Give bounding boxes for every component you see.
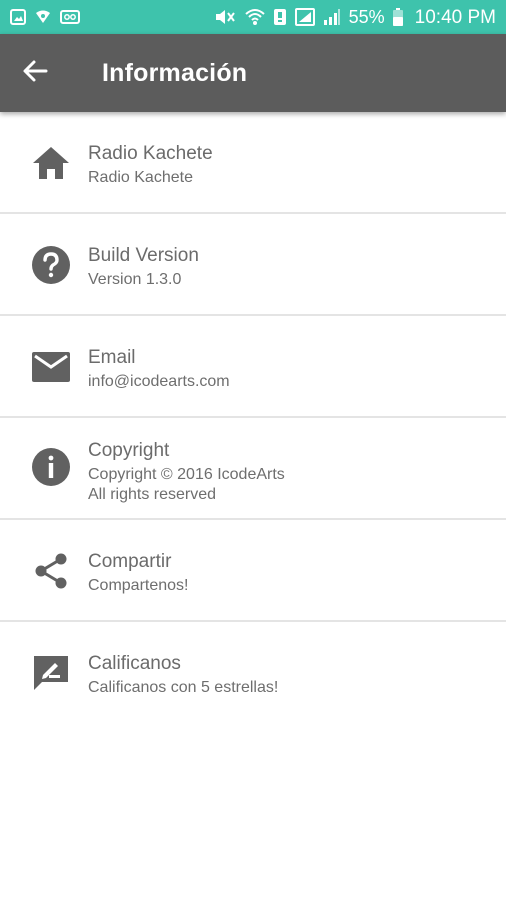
status-bar: 55% 10:40 PM <box>0 0 506 34</box>
list-item-texts: Radio Kachete Radio Kachete <box>88 143 492 188</box>
list-item-copyright[interactable]: Copyright Copyright © 2016 IcodeArts All… <box>0 418 506 520</box>
hotspot-icon <box>34 10 52 24</box>
list-item-subtitle: Compartenos! <box>88 577 189 594</box>
back-button[interactable] <box>0 34 70 112</box>
list-item-title: Calificanos <box>88 653 181 674</box>
list-item-build-version[interactable]: Build Version Version 1.3.0 <box>0 214 506 316</box>
info-icon <box>30 446 72 488</box>
list-item-title: Copyright <box>88 440 170 461</box>
clock: 10:40 PM <box>414 6 496 28</box>
rate-review-icon <box>30 652 72 694</box>
signal-icon <box>323 8 341 26</box>
list-item-title: Email <box>88 347 136 368</box>
info-list: Radio Kachete Radio Kachete Build Versio… <box>0 112 506 724</box>
battery-icon <box>392 8 403 26</box>
list-item-email[interactable]: Email info@icodearts.com <box>0 316 506 418</box>
list-item-texts: Email info@icodearts.com <box>88 347 492 392</box>
list-item-subtitle: info@icodearts.com <box>88 373 230 390</box>
mute-icon <box>213 8 237 26</box>
list-item-rate[interactable]: Calificanos Calificanos con 5 estrellas! <box>0 622 506 724</box>
list-item-title: Build Version <box>88 245 199 266</box>
list-item-radio[interactable]: Radio Kachete Radio Kachete <box>0 112 506 214</box>
wifi-icon <box>244 8 265 26</box>
status-bar-left <box>10 9 80 25</box>
arrow-back-icon <box>22 59 48 88</box>
list-item-texts: Build Version Version 1.3.0 <box>88 245 492 290</box>
gallery-icon <box>10 9 26 25</box>
list-item-subtitle: Calificanos con 5 estrellas! <box>88 679 279 696</box>
share-icon <box>30 550 72 592</box>
status-bar-right: 55% 10:40 PM <box>213 8 496 27</box>
list-item-subtitle: Version 1.3.0 <box>88 271 182 288</box>
help-circle-icon <box>30 244 72 286</box>
battery-saver-icon <box>273 8 287 26</box>
list-item-texts: Copyright Copyright © 2016 IcodeArts All… <box>88 440 492 505</box>
battery-percent: 55% <box>348 7 385 27</box>
app-bar: Información <box>0 34 506 112</box>
email-icon <box>30 346 72 388</box>
list-item-subtitle: Copyright © 2016 IcodeArts All rights re… <box>88 466 285 503</box>
list-item-subtitle: Radio Kachete <box>88 169 193 186</box>
list-item-share[interactable]: Compartir Compartenos! <box>0 520 506 622</box>
page-title: Información <box>102 58 248 87</box>
signal-box-icon <box>294 8 315 26</box>
list-item-title: Radio Kachete <box>88 143 213 164</box>
list-item-texts: Calificanos Calificanos con 5 estrellas! <box>88 653 492 698</box>
home-icon <box>30 142 72 184</box>
voicemail-icon <box>60 10 80 24</box>
list-item-texts: Compartir Compartenos! <box>88 551 492 596</box>
list-item-title: Compartir <box>88 551 172 572</box>
